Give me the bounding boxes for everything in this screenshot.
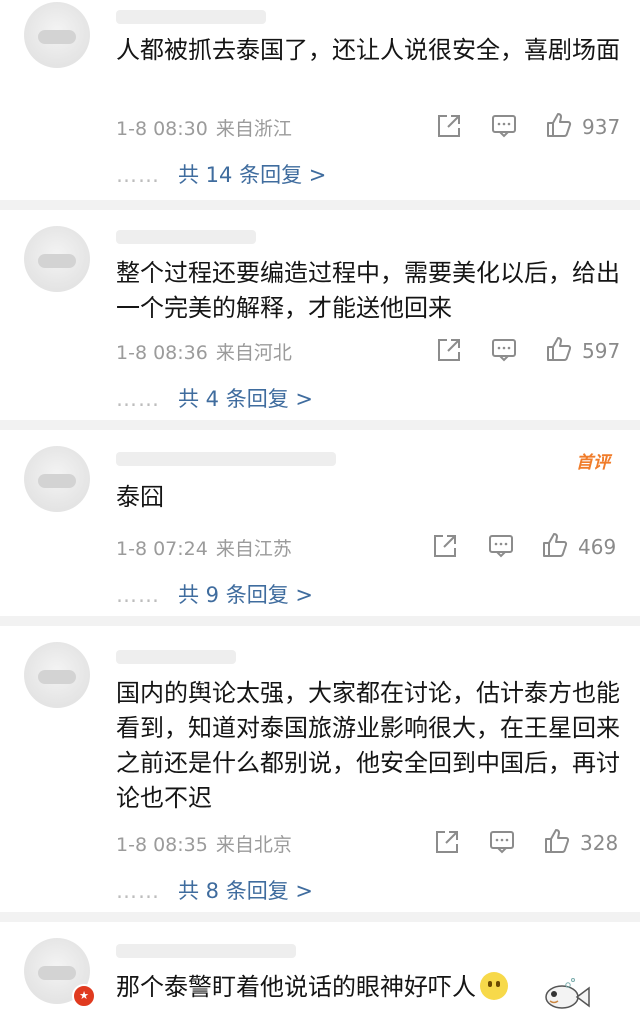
replies-row[interactable]: …… 共 9 条回复 > <box>116 579 313 609</box>
first-comment-badge: 首评 <box>576 453 610 473</box>
comment-text: 人都被抓去泰国了，还让人说很安全，喜剧场面 <box>116 36 620 64</box>
share-icon[interactable] <box>436 337 462 363</box>
comment-meta: 1-8 07:24 来自江苏 <box>116 534 292 561</box>
comment-time: 1-8 08:36 <box>116 342 208 364</box>
share-icon[interactable] <box>434 829 460 855</box>
username-blurred[interactable] <box>116 650 236 664</box>
fish-sticker-icon <box>540 975 592 1015</box>
comment-item: ★ 那个泰警盯着他说话的眼神好吓人 <box>0 922 640 1021</box>
username-blurred[interactable] <box>116 10 266 24</box>
comment-location: 来自浙江 <box>215 118 292 140</box>
like-count: 328 <box>580 831 619 855</box>
comment-meta: 1-8 08:35 来自北京 <box>116 830 292 857</box>
view-replies-link[interactable]: 共 4 条回复 > <box>178 387 313 411</box>
view-replies-link[interactable]: 共 14 条回复 > <box>178 163 326 187</box>
comment-item: 整个过程还要编造过程中，需要美化以后，给出一个完美的解释，才能送他回来 1-8 … <box>0 210 640 430</box>
like-count: 597 <box>582 339 621 363</box>
avatar[interactable] <box>24 226 90 292</box>
username-blurred[interactable] <box>116 230 256 244</box>
share-icon[interactable] <box>432 533 458 559</box>
reply-dots: …… <box>116 163 160 187</box>
smiley-emoji-icon <box>480 972 508 1000</box>
comment-icon[interactable] <box>491 113 517 139</box>
like-count: 937 <box>582 115 621 139</box>
reply-dots: …… <box>116 879 160 903</box>
comment-time: 1-8 08:30 <box>116 118 208 140</box>
comment-text: 国内的舆论太强，大家都在讨论，估计泰方也能看到，知道对泰国旅游业影响很大，在王星… <box>116 679 620 812</box>
thumbs-up-icon[interactable] <box>544 828 570 854</box>
comment-text: 泰囧 <box>116 483 164 511</box>
thumbs-up-icon[interactable] <box>542 532 568 558</box>
comment-location: 来自河北 <box>215 342 292 364</box>
comment-icon[interactable] <box>489 829 515 855</box>
verified-badge-icon: ★ <box>72 984 96 1008</box>
avatar[interactable] <box>24 2 90 68</box>
reply-dots: …… <box>116 583 160 607</box>
comment-item: 首评 泰囧 1-8 07:24 来自江苏 469 …… 共 9 条回复 > <box>0 430 640 626</box>
thumbs-up-icon[interactable] <box>546 112 572 138</box>
comment-icon[interactable] <box>491 337 517 363</box>
comment-location: 来自江苏 <box>215 538 292 560</box>
view-replies-link[interactable]: 共 9 条回复 > <box>178 583 313 607</box>
username-blurred[interactable] <box>116 452 336 466</box>
comment-item: 人都被抓去泰国了，还让人说很安全，喜剧场面 1-8 08:30 来自浙江 937 … <box>0 0 640 210</box>
like-count: 469 <box>578 535 617 559</box>
username-blurred[interactable] <box>116 944 296 958</box>
comment-location: 来自北京 <box>215 834 292 856</box>
avatar[interactable] <box>24 642 90 708</box>
comment-text: 整个过程还要编造过程中，需要美化以后，给出一个完美的解释，才能送他回来 <box>116 259 620 322</box>
comment-time: 1-8 08:35 <box>116 834 208 856</box>
replies-row[interactable]: …… 共 8 条回复 > <box>116 875 313 905</box>
comment-meta: 1-8 08:36 来自河北 <box>116 338 292 365</box>
comment-time: 1-8 07:24 <box>116 538 208 560</box>
share-icon[interactable] <box>436 113 462 139</box>
reply-dots: …… <box>116 387 160 411</box>
replies-row[interactable]: …… 共 14 条回复 > <box>116 159 326 189</box>
replies-row[interactable]: …… 共 4 条回复 > <box>116 383 313 413</box>
comment-item: 国内的舆论太强，大家都在讨论，估计泰方也能看到，知道对泰国旅游业影响很大，在王星… <box>0 626 640 922</box>
view-replies-link[interactable]: 共 8 条回复 > <box>178 879 313 903</box>
comment-text-content: 那个泰警盯着他说话的眼神好吓人 <box>116 973 476 1001</box>
comment-icon[interactable] <box>488 533 514 559</box>
avatar[interactable] <box>24 446 90 512</box>
comment-meta: 1-8 08:30 来自浙江 <box>116 114 292 141</box>
thumbs-up-icon[interactable] <box>546 336 572 362</box>
